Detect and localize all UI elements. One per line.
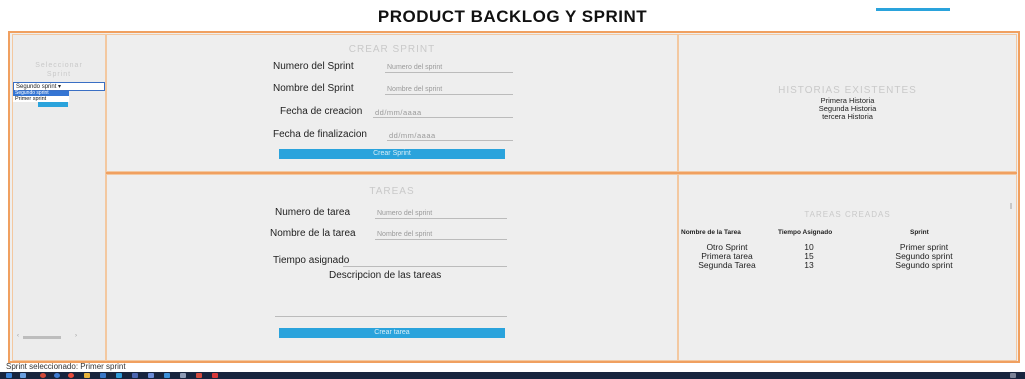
os-taskbar xyxy=(0,372,1025,379)
existing-stories-title: HISTORIAS EXISTENTES xyxy=(778,85,917,96)
time-assigned-label: Tiempo asignado xyxy=(273,255,350,266)
sprint-name-label: Nombre del Sprint xyxy=(273,83,354,94)
task-number-label: Numero de tarea xyxy=(275,207,351,218)
end-date-input[interactable]: dd/mm/aaaa xyxy=(387,130,513,141)
page-title: PRODUCT BACKLOG Y SPRINT xyxy=(377,7,648,26)
horizontal-scrollbar[interactable] xyxy=(23,336,61,339)
table-cell: Segunda Tarea xyxy=(698,260,756,270)
selector-title-line2: Sprint xyxy=(46,71,72,78)
scroll-left-icon[interactable]: ‹ xyxy=(17,333,19,339)
task-name-label: Nombre de la tarea xyxy=(270,228,356,239)
notification-icon[interactable] xyxy=(1010,373,1016,378)
selector-title-line1: Seleccionar xyxy=(35,62,83,69)
created-tasks-title: TAREAS CREADAS xyxy=(804,210,891,219)
create-sprint-title: CREAR SPRINT xyxy=(348,44,436,55)
chrome-icon[interactable] xyxy=(40,373,46,378)
table-header-time: Tiempo Asignado xyxy=(778,229,833,236)
browser-icon[interactable] xyxy=(54,373,60,378)
table-cell: 13 xyxy=(804,260,814,270)
app-icon[interactable] xyxy=(212,373,218,378)
scroll-right-icon[interactable]: › xyxy=(75,333,77,339)
table-header-sprint: Sprint xyxy=(910,229,929,236)
sprint-number-label: Numero del Sprint xyxy=(273,61,354,72)
app-icon[interactable] xyxy=(148,373,154,378)
app-icon[interactable] xyxy=(116,373,122,378)
creation-date-label: Fecha de creacion xyxy=(280,106,363,117)
folder-icon[interactable] xyxy=(84,373,90,378)
app-icon[interactable] xyxy=(164,373,170,378)
select-sprint-button[interactable] xyxy=(38,102,68,107)
creation-date-input[interactable]: dd/mm/aaaa xyxy=(373,107,513,118)
opera-icon[interactable] xyxy=(68,373,74,378)
stories-list: Primera Historia Segunda Historia tercer… xyxy=(679,97,1016,121)
create-task-button[interactable]: Crear tarea xyxy=(279,328,505,338)
selector-title: Seleccionar Sprint xyxy=(13,61,105,79)
store-icon[interactable] xyxy=(100,373,106,378)
create-sprint-panel: CREAR SPRINT Numero del Sprint Numero de… xyxy=(106,34,678,172)
task-description-label: Descripcion de las tareas xyxy=(329,270,442,281)
start-icon[interactable] xyxy=(6,373,12,378)
tasks-panel: TAREAS Numero de tarea Numero del sprint… xyxy=(106,174,678,361)
sprint-number-input[interactable]: Numero del sprint xyxy=(385,62,513,73)
task-number-input[interactable]: Numero del sprint xyxy=(375,208,507,219)
app-icon[interactable] xyxy=(196,373,202,378)
story-item: tercera Historia xyxy=(822,112,873,121)
create-sprint-button[interactable]: Crear Sprint xyxy=(279,149,505,159)
vertical-scrollbar[interactable] xyxy=(1010,203,1012,209)
end-date-label: Fecha de finalizacion xyxy=(273,129,367,140)
time-assigned-input[interactable] xyxy=(343,256,507,267)
task-description-textarea[interactable] xyxy=(275,283,507,317)
selected-sprint-status: Sprint seleccionado: Primer sprint xyxy=(6,362,126,371)
search-icon[interactable] xyxy=(20,373,26,378)
table-cell: Segundo sprint xyxy=(895,260,953,270)
task-name-input[interactable]: Nombre del sprint xyxy=(375,229,507,240)
existing-stories-panel: HISTORIAS EXISTENTES Primera Historia Se… xyxy=(678,34,1017,172)
app-icon[interactable] xyxy=(132,373,138,378)
title-accent-bar xyxy=(876,8,950,11)
sprint-name-input[interactable]: Nombre del sprint xyxy=(385,84,513,95)
created-tasks-panel: TAREAS CREADAS Nombre de la Tarea Tiempo… xyxy=(678,174,1017,361)
table-header-task-name: Nombre de la Tarea xyxy=(681,229,741,236)
app-icon[interactable] xyxy=(180,373,186,378)
tasks-title: TAREAS xyxy=(369,186,415,197)
